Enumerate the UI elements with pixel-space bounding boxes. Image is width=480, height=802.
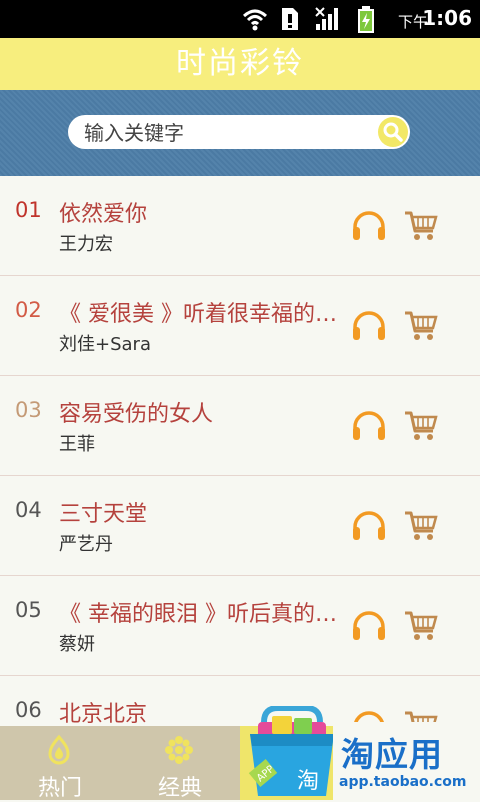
wifi-icon (242, 9, 268, 31)
banner-title: 淘应用 (341, 735, 443, 774)
flame-icon (48, 734, 70, 765)
song-rank: 01 (15, 198, 42, 222)
page-title: 时尚彩铃 (176, 46, 304, 81)
song-title: 北京北京 (59, 702, 148, 727)
song-rank: 06 (15, 698, 42, 722)
song-title: 三寸天堂 (59, 502, 148, 527)
song-rank: 04 (15, 498, 42, 522)
tab-label: 经典 (157, 776, 202, 801)
app-store-bag-icon[interactable]: APP 淘 (242, 706, 342, 800)
taobao-app-banner[interactable]: 淘应用 app.taobao.com (333, 722, 480, 800)
search-icon (383, 122, 403, 142)
song-rank: 05 (15, 598, 42, 622)
song-row[interactable]: 04 三寸天堂 严艺丹 (0, 476, 480, 576)
song-artist: 王菲 (59, 434, 95, 455)
song-title: 《 爱很美 》听着很幸福的… (59, 302, 337, 327)
tab-label: 热门 (37, 776, 82, 801)
song-list: 01 依然爱你 王力宏 02 《 爱很美 》听着很幸福的… 刘佳+Sara 03… (0, 176, 480, 776)
headphones-icon[interactable] (351, 210, 387, 242)
song-row[interactable]: 01 依然爱你 王力宏 (0, 176, 480, 276)
headphones-icon[interactable] (351, 610, 387, 642)
title-bar: 时尚彩铃 (0, 38, 480, 90)
headphones-icon[interactable] (351, 510, 387, 542)
song-title: 容易受伤的女人 (59, 402, 214, 427)
headphones-icon[interactable] (351, 410, 387, 442)
search-input[interactable] (82, 115, 376, 151)
cart-icon[interactable] (403, 509, 439, 543)
song-rank: 03 (15, 398, 42, 422)
song-artist: 严艺丹 (59, 534, 113, 555)
song-artist: 王力宏 (59, 234, 113, 255)
song-title: 《 幸福的眼泪 》听后真的… (59, 602, 337, 627)
song-row[interactable]: 03 容易受伤的女人 王菲 (0, 376, 480, 476)
search-box (68, 115, 410, 151)
cart-icon[interactable] (403, 209, 439, 243)
song-artist: 刘佳+Sara (59, 334, 151, 355)
flower-icon (165, 736, 193, 764)
status-time: 1:06 (422, 6, 472, 30)
download-notification-icon (282, 8, 298, 30)
search-button[interactable] (378, 117, 408, 147)
cart-icon[interactable] (403, 409, 439, 443)
song-rank: 02 (15, 298, 42, 322)
search-band (0, 90, 480, 176)
song-title: 依然爱你 (59, 202, 148, 227)
banner-url: app.taobao.com (339, 774, 467, 790)
battery-charging-icon (358, 6, 374, 33)
status-bar: 下午 1:06 (0, 0, 480, 38)
tab-classic[interactable]: 经典 (120, 726, 240, 801)
song-row[interactable]: 02 《 爱很美 》听着很幸福的… 刘佳+Sara (0, 276, 480, 376)
signal-icon (315, 7, 338, 30)
cart-icon[interactable] (403, 309, 439, 343)
headphones-icon[interactable] (351, 310, 387, 342)
cart-icon[interactable] (403, 609, 439, 643)
song-row[interactable]: 05 《 幸福的眼泪 》听后真的… 蔡妍 (0, 576, 480, 676)
tab-hot[interactable]: 热门 (0, 726, 120, 801)
song-artist: 蔡妍 (59, 634, 95, 655)
bag-label: 淘 (297, 769, 319, 794)
